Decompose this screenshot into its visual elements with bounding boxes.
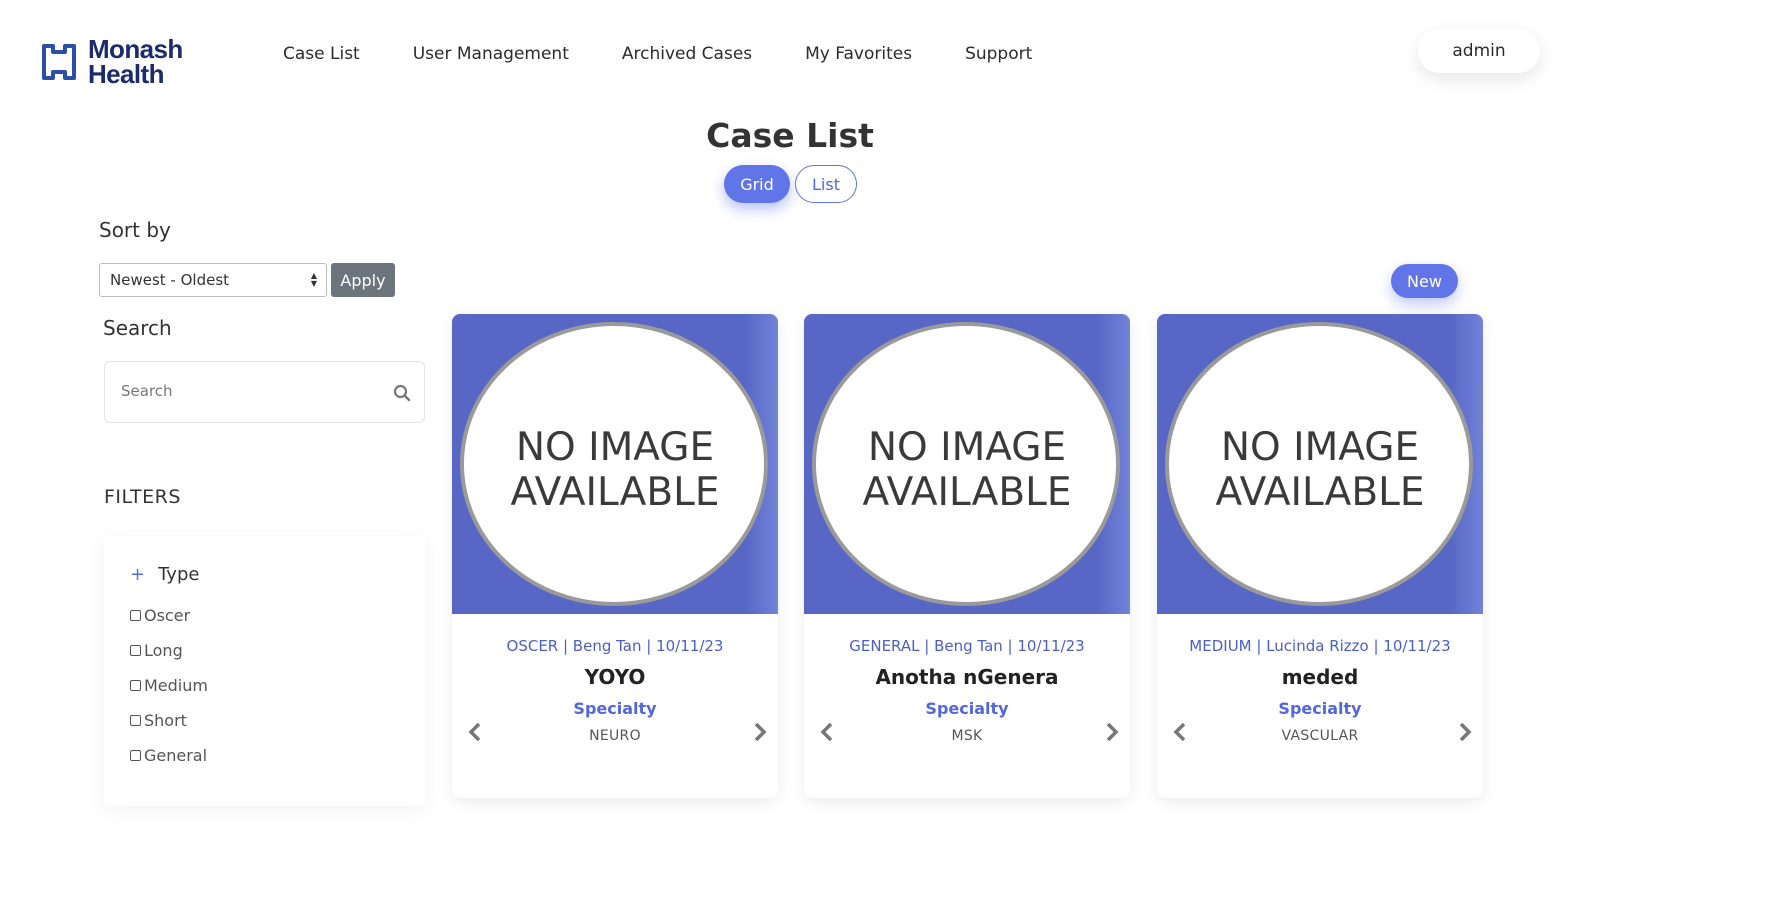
search-input[interactable] (121, 382, 371, 400)
card-specialty-value: NEURO (589, 728, 641, 744)
no-image-text-line2: AVAILABLE (511, 470, 720, 515)
type-filter-label: Type (158, 564, 200, 585)
checkbox[interactable] (130, 610, 141, 621)
search-label: Search (103, 316, 172, 340)
card-specialty-value: VASCULAR (1281, 728, 1359, 744)
filters-heading: FILTERS (104, 486, 181, 508)
sort-select-value: Newest - Oldest (110, 271, 230, 289)
checkbox[interactable] (130, 645, 141, 656)
filter-option-long[interactable]: Long (130, 641, 183, 660)
checkbox[interactable] (130, 715, 141, 726)
no-image-text-line2: AVAILABLE (1216, 470, 1425, 515)
nav-user-management[interactable]: User Management (413, 44, 569, 64)
no-image-text-line2: AVAILABLE (863, 470, 1072, 515)
filter-option-general[interactable]: General (130, 746, 207, 765)
apply-button[interactable]: Apply (331, 263, 395, 297)
card-meta: GENERAL | Beng Tan | 10/11/23 (849, 637, 1085, 655)
chevron-left-icon[interactable] (1170, 722, 1190, 742)
card-specialty-label: Specialty (573, 699, 657, 718)
monash-logo-icon (42, 44, 76, 80)
chevron-left-icon[interactable] (817, 722, 837, 742)
list-view-button[interactable]: List (795, 165, 857, 203)
filter-option-label: Medium (144, 676, 208, 695)
grid-view-button[interactable]: Grid (724, 165, 790, 203)
card-specialty-label: Specialty (925, 699, 1009, 718)
card-meta: MEDIUM | Lucinda Rizzo | 10/11/23 (1189, 637, 1451, 655)
chevron-left-icon[interactable] (465, 722, 485, 742)
view-toggle: Grid List (724, 165, 857, 203)
nav-case-list[interactable]: Case List (283, 44, 360, 64)
user-menu-button[interactable]: admin (1418, 29, 1540, 73)
no-image-placeholder-icon: NO IMAGE AVAILABLE (460, 322, 768, 606)
card-title: meded (1281, 665, 1359, 689)
card-specialty-label: Specialty (1278, 699, 1362, 718)
checkbox[interactable] (130, 750, 141, 761)
filter-option-short[interactable]: Short (130, 711, 187, 730)
type-filter-toggle[interactable]: + Type (130, 564, 199, 585)
card-meta: OSCER | Beng Tan | 10/11/23 (506, 637, 724, 655)
no-image-text-line1: NO IMAGE (868, 425, 1066, 470)
nav-support[interactable]: Support (965, 44, 1032, 64)
case-card[interactable]: NO IMAGE AVAILABLE MEDIUM | Lucinda Rizz… (1157, 314, 1483, 798)
brand-name: Monash Health (88, 36, 183, 89)
checkbox[interactable] (130, 680, 141, 691)
card-image-placeholder: NO IMAGE AVAILABLE (1157, 314, 1483, 614)
filter-option-label: Short (144, 711, 187, 730)
new-case-button[interactable]: New (1391, 264, 1458, 298)
chevron-right-icon[interactable] (1102, 722, 1122, 742)
sort-by-label: Sort by (99, 218, 171, 242)
filter-option-medium[interactable]: Medium (130, 676, 208, 695)
main-nav: Case List User Management Archived Cases… (283, 44, 1085, 64)
nav-my-favorites[interactable]: My Favorites (805, 44, 912, 64)
no-image-placeholder-icon: NO IMAGE AVAILABLE (812, 322, 1120, 606)
search-box (104, 361, 425, 423)
filters-panel: + Type Oscer Long Medium Short General (104, 536, 425, 806)
nav-archived-cases[interactable]: Archived Cases (622, 44, 752, 64)
filter-option-oscer[interactable]: Oscer (130, 606, 190, 625)
select-arrows-icon: ▲ ▼ (310, 271, 317, 288)
card-title: YOYO (584, 665, 646, 689)
no-image-text-line1: NO IMAGE (516, 425, 714, 470)
case-card[interactable]: NO IMAGE AVAILABLE OSCER | Beng Tan | 10… (452, 314, 778, 798)
filter-option-label: Long (144, 641, 183, 660)
filter-option-label: General (144, 746, 208, 765)
brand-line-2: Health (88, 59, 164, 89)
filter-option-label: Oscer (144, 606, 191, 625)
card-image-placeholder: NO IMAGE AVAILABLE (804, 314, 1130, 614)
no-image-text-line1: NO IMAGE (1221, 425, 1419, 470)
brand-logo[interactable]: Monash Health (40, 36, 183, 89)
no-image-placeholder-icon: NO IMAGE AVAILABLE (1165, 322, 1473, 606)
card-image-placeholder: NO IMAGE AVAILABLE (452, 314, 778, 614)
search-icon[interactable] (393, 384, 411, 402)
sort-select[interactable]: Newest - Oldest ▲ ▼ (99, 263, 327, 297)
card-title: Anotha nGenera (875, 665, 1059, 689)
chevron-right-icon[interactable] (1455, 722, 1475, 742)
case-card[interactable]: NO IMAGE AVAILABLE GENERAL | Beng Tan | … (804, 314, 1130, 798)
chevron-right-icon[interactable] (750, 722, 770, 742)
card-specialty-value: MSK (951, 728, 983, 744)
plus-icon: + (130, 564, 146, 585)
page-title: Case List (706, 116, 874, 155)
